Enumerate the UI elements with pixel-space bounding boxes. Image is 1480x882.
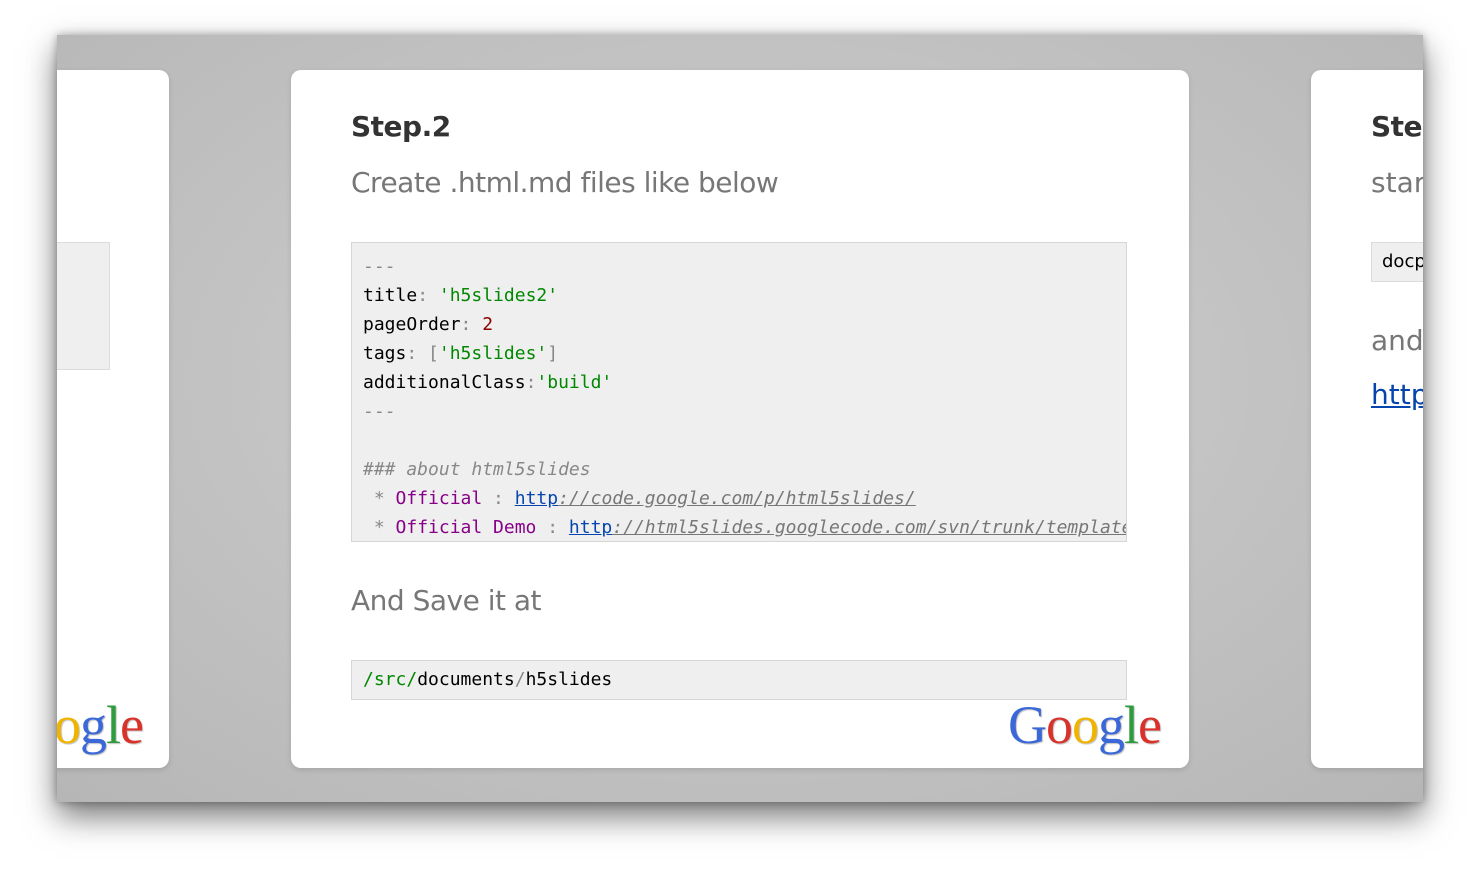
- next-slide-text: and: [1371, 324, 1423, 357]
- code-line: * Official Demo : http://html5slides.goo…: [363, 513, 1126, 541]
- next-slide-subtitle: start: [1371, 166, 1423, 199]
- next-slide-code: docpad run: [1371, 242, 1423, 282]
- code-number: 2: [482, 314, 494, 335]
- code-key: title: [363, 285, 418, 306]
- code-string: 'build': [536, 372, 613, 393]
- code-block: --- title: 'h5slides2' pageOrder: 2 tags…: [351, 242, 1127, 542]
- code-line: tags: ['h5slides']: [363, 343, 559, 364]
- code-string: 'h5slides': [438, 343, 548, 364]
- previous-slide[interactable]: ogle: [57, 70, 169, 768]
- save-heading: And Save it at: [351, 584, 542, 617]
- logo-letter: o: [1046, 695, 1073, 755]
- logo-letter: e: [1138, 695, 1162, 755]
- google-logo: Google: [1008, 694, 1162, 756]
- code-label: Official: [395, 488, 483, 509]
- logo-letter: l: [1124, 695, 1139, 755]
- logo-letter: o: [57, 695, 81, 755]
- path-segment: /src/: [363, 669, 418, 690]
- code-key: additionalClass: [363, 372, 526, 393]
- logo-letter: g: [80, 695, 107, 755]
- slide-title: Step.2: [351, 110, 451, 143]
- logo-letter: g: [1098, 695, 1125, 755]
- logo-letter: e: [120, 695, 144, 755]
- code-line: ---: [363, 256, 396, 277]
- code-url[interactable]: ://html5slides.googlecode.com/svn/trunk/…: [612, 517, 1126, 538]
- code-key: tags: [363, 343, 407, 364]
- google-logo: ogle: [57, 694, 144, 756]
- next-slide[interactable]: Step.3 start docpad run and http://local…: [1311, 70, 1423, 768]
- path-separator: /: [514, 669, 526, 690]
- logo-letter: o: [1072, 695, 1099, 755]
- code-link[interactable]: http: [515, 488, 558, 509]
- code-line: pageOrder: 2: [363, 314, 494, 335]
- previous-slide-code-block: [57, 242, 110, 370]
- next-slide-link[interactable]: http://localhost: [1371, 378, 1423, 411]
- code-url[interactable]: ://code.google.com/p/html5slides/: [558, 488, 916, 509]
- path-segment: documents: [417, 669, 515, 690]
- code-line: title: 'h5slides2': [363, 285, 559, 306]
- presentation-viewport: ogle Step.2 Create .html.md files like b…: [57, 35, 1423, 802]
- code-key: pageOrder: [363, 314, 461, 335]
- code-line: * Official : http://code.google.com/p/ht…: [363, 488, 916, 509]
- code-line: ---: [363, 401, 396, 422]
- current-slide: Step.2 Create .html.md files like below …: [291, 70, 1189, 768]
- logo-letter: l: [106, 695, 121, 755]
- next-slide-title: Step.3: [1371, 110, 1423, 143]
- code-comment: ### about html5slides: [363, 459, 591, 480]
- slide-subtitle: Create .html.md files like below: [351, 166, 779, 199]
- code-label: Official Demo: [395, 517, 537, 538]
- code-string: 'h5slides2': [438, 285, 559, 306]
- code-line: additionalClass:'build': [363, 372, 613, 393]
- path-segment: h5slides: [525, 669, 613, 690]
- logo-letter: G: [1008, 695, 1047, 755]
- code-link[interactable]: http: [569, 517, 612, 538]
